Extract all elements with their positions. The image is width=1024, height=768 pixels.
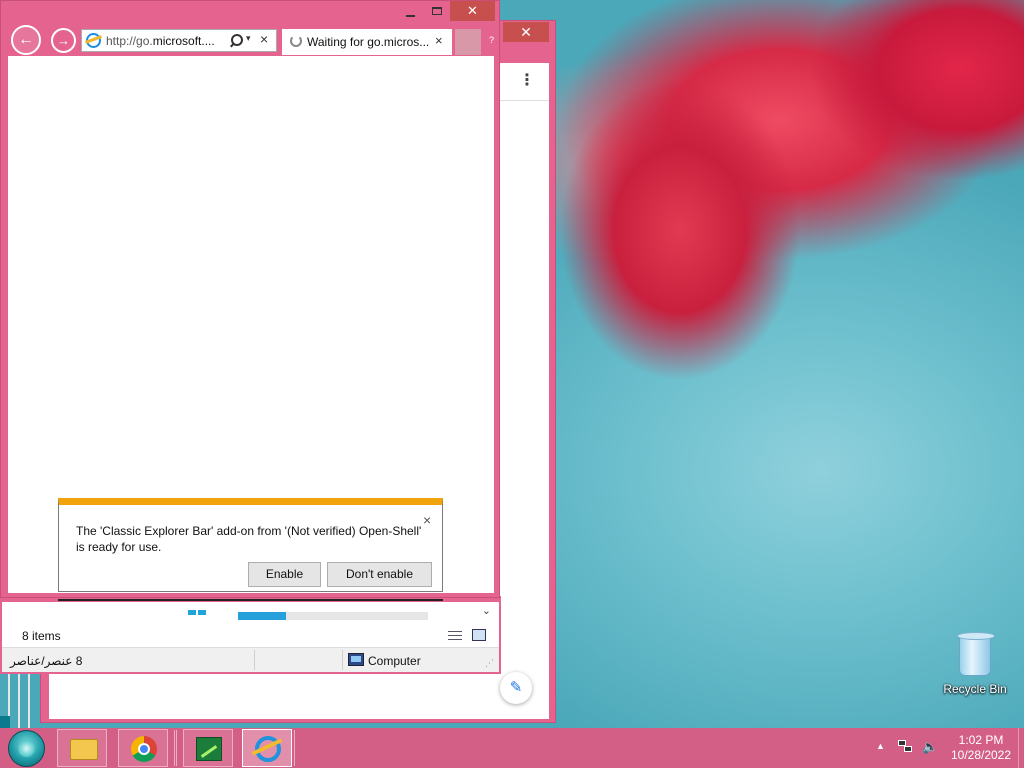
show-hidden-icons-icon[interactable]: ▲ [876,741,885,751]
address-bar[interactable]: http://go.microsoft.... ▾ × [81,29,277,52]
ie-page-icon [86,33,101,48]
more-menu-icon[interactable]: ⋮ [519,71,535,91]
maximize-button[interactable] [427,2,447,20]
address-url[interactable]: http://go.microsoft.... [106,34,226,48]
large-icons-view-icon[interactable] [472,629,486,641]
settings-icon[interactable]: ? [489,35,494,45]
notification-shadow [58,599,443,601]
clock-date: 10/28/2022 [950,748,1012,762]
notification-message: The 'Classic Explorer Bar' add-on from '… [76,524,422,554]
file-explorer-icon [70,739,98,760]
clock-time: 1:02 PM [958,733,1004,747]
show-desktop-button[interactable] [1018,728,1024,768]
taskbar-divider [294,730,298,766]
taskbar-task-manager[interactable] [183,729,233,767]
explorer-progress-bar [238,612,428,620]
minimize-button[interactable] [401,2,421,20]
recycle-bin-icon [957,632,995,676]
resize-grip-icon[interactable]: ⋰ [485,658,495,668]
recycle-bin-shortcut[interactable]: Recycle Bin [940,630,1010,702]
explorer-progress-row: ⌄ [2,602,499,622]
edit-pencil-button[interactable]: ✎ [500,672,532,704]
chevron-down-icon[interactable]: ⌄ [482,604,491,617]
taskbar: ▲ 🔈 1:02 PM 10/28/2022 [0,728,1024,768]
details-view-icon[interactable] [448,630,462,641]
internet-explorer-icon [255,736,281,762]
taskbar-file-explorer[interactable] [57,729,107,767]
address-dropdown-icon[interactable]: ▾ [246,33,251,44]
notification-close-icon[interactable]: × [423,512,431,528]
computer-icon [348,653,364,666]
status-divider [342,650,343,670]
chrome-icon [131,736,157,762]
tab-waiting[interactable]: Waiting for go.micros... × [282,29,452,55]
background-window-close-button[interactable]: ✕ [503,22,549,42]
loading-spinner-icon [290,35,302,47]
search-icon[interactable] [228,32,243,48]
network-icon[interactable] [898,740,914,754]
taskbar-internet-explorer[interactable] [242,729,292,767]
taskbar-divider [174,730,177,766]
explorer-progress-fill [238,612,286,620]
status-divider [254,650,255,670]
taskbar-chrome[interactable] [118,729,168,767]
volume-icon[interactable]: 🔈 [922,739,938,755]
recycle-bin-label: Recycle Bin [943,682,1007,696]
task-manager-icon [196,737,222,761]
explorer-status-bar: 8 عنصر/عناصر Computer ⋰ [2,648,499,672]
items-count: 8 items [22,629,61,643]
start-button[interactable] [8,730,45,767]
back-button[interactable]: ← [11,25,41,55]
status-location: Computer [368,654,421,668]
tab-title: Waiting for go.micros... [307,35,430,49]
left-edge-accent [0,716,10,728]
tab-close-icon[interactable]: × [435,33,443,48]
windows-logo-icon [188,610,208,620]
explorer-items-bar: 8 items [2,622,499,648]
file-explorer-window[interactable]: ⌄ 8 items 8 عنصر/عناصر Computer ⋰ [0,596,501,674]
dont-enable-button[interactable]: Don't enable [327,562,432,587]
new-tab-button[interactable] [455,29,481,55]
clock[interactable]: 1:02 PM 10/28/2022 [945,733,1017,763]
addon-notification-bar: The 'Classic Explorer Bar' add-on from '… [58,498,443,592]
enable-button[interactable]: Enable [248,562,321,587]
status-items-count: 8 عنصر/عناصر [10,654,83,668]
close-button[interactable]: ✕ [450,1,495,21]
stop-icon[interactable]: × [260,31,268,47]
forward-button[interactable]: → [51,28,76,53]
